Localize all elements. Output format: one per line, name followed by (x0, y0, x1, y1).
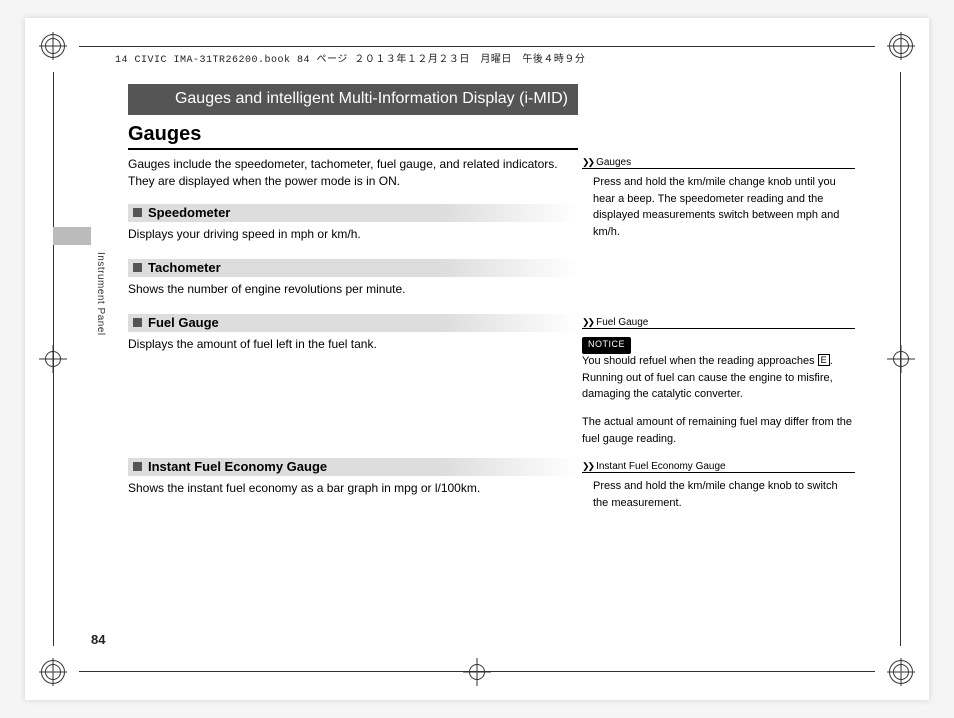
section-title-underline (128, 148, 578, 150)
notice-badge: NOTICE (582, 337, 631, 354)
subhead-label-text: Fuel Gauge (148, 315, 219, 330)
fuel-empty-icon: E (818, 354, 830, 366)
subhead-label-text: Tachometer (148, 260, 221, 275)
subhead-tachometer: Tachometer (133, 260, 221, 275)
subhead-economy: Instant Fuel Economy Gauge (133, 459, 327, 474)
page: 14 CIVIC IMA-31TR26200.book 84 ページ ２０１３年… (25, 18, 929, 700)
side-economy-body: Press and hold the km/mile change knob t… (593, 478, 855, 511)
chapter-title: Gauges and intelligent Multi-Information… (175, 90, 568, 107)
bullet-icon (133, 263, 142, 272)
section-title: Gauges (128, 123, 201, 146)
side-economy-title-text: Instant Fuel Economy Gauge (596, 461, 726, 472)
side-fuel-body2: The actual amount of remaining fuel may … (582, 414, 855, 447)
crop-line-top (79, 46, 875, 47)
reg-mark-bottom-left (39, 658, 67, 686)
crop-header-text: 14 CIVIC IMA-31TR26200.book 84 ページ ２０１３年… (115, 50, 585, 66)
page-number: 84 (91, 632, 105, 647)
reg-mark-bottom-right (887, 658, 915, 686)
reg-mark-right-mid (887, 345, 915, 373)
side-gauges-title-text: Gauges (596, 157, 631, 168)
bullet-icon (133, 462, 142, 471)
side-fuel-rule (582, 328, 855, 329)
vertical-section-label: Instrument Panel (95, 252, 106, 336)
side-gauges-rule (582, 168, 855, 169)
reg-mark-top-right (887, 32, 915, 60)
speedometer-body: Displays your driving speed in mph or km… (128, 226, 568, 243)
bullet-icon (133, 208, 142, 217)
side-economy-rule (582, 472, 855, 473)
reg-mark-left-mid (39, 345, 67, 373)
side-fuel-notice: NOTICE (582, 336, 631, 354)
tachometer-body: Shows the number of engine revolutions p… (128, 281, 568, 298)
chapter-title-bar: Gauges and intelligent Multi-Information… (128, 84, 578, 115)
subhead-label-text: Instant Fuel Economy Gauge (148, 459, 327, 474)
subhead-label-text: Speedometer (148, 205, 230, 220)
side-fuel-body1a: You should refuel when the reading appro… (582, 355, 818, 367)
side-fuel-title-text: Fuel Gauge (596, 317, 648, 328)
reg-mark-top-left (39, 32, 67, 60)
bullet-icon (133, 318, 142, 327)
subhead-fuel: Fuel Gauge (133, 315, 219, 330)
side-fuel-body1: You should refuel when the reading appro… (582, 353, 855, 403)
side-gauges-body: Press and hold the km/mile change knob u… (593, 174, 855, 240)
section-intro: Gauges include the speedometer, tachomet… (128, 156, 568, 191)
economy-body: Shows the instant fuel economy as a bar … (128, 480, 568, 497)
reg-mark-bottom-mid (463, 658, 491, 686)
subhead-speedometer: Speedometer (133, 205, 230, 220)
side-tab (53, 227, 91, 245)
fuel-body: Displays the amount of fuel left in the … (128, 336, 568, 353)
